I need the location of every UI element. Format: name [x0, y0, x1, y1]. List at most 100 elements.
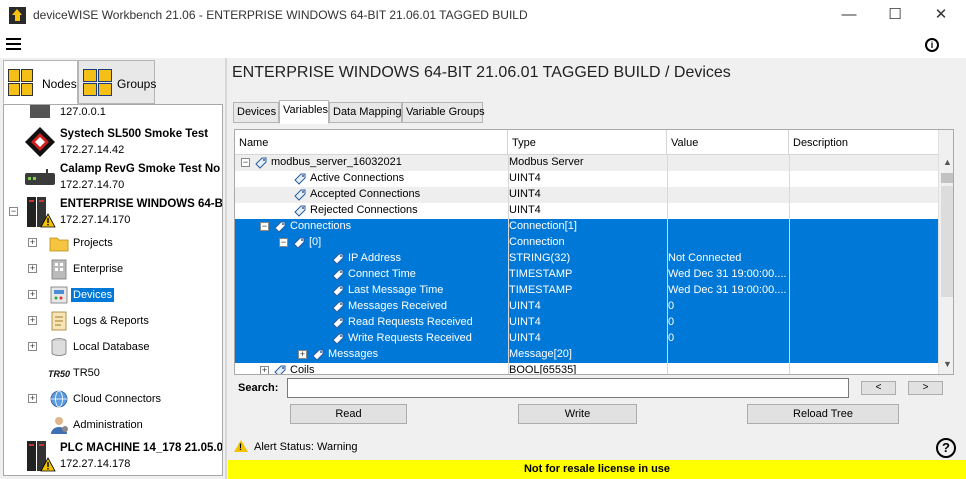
cell-type: UINT4	[509, 316, 541, 328]
table-row[interactable]: Rejected Connections UINT4	[235, 203, 938, 219]
variable-tag-icon	[312, 349, 324, 361]
column-header-type[interactable]: Type	[508, 130, 667, 155]
tree-item-cloud-connectors[interactable]: + Cloud Connectors	[4, 387, 222, 411]
table-row[interactable]: Accepted Connections UINT4	[235, 187, 938, 203]
expand-toggle-icon[interactable]: +	[28, 290, 37, 299]
search-next-button[interactable]: >	[908, 381, 943, 395]
close-button[interactable]: ✕	[918, 0, 964, 31]
tree-item-label: Local Database	[73, 341, 150, 353]
search-label: Search:	[238, 382, 279, 394]
tree-item-tr50[interactable]: TR50 TR50	[4, 361, 222, 385]
table-row[interactable]: Write Requests Received UINT4 0	[235, 331, 938, 347]
expand-toggle-icon[interactable]: +	[28, 394, 37, 403]
cell-type: UINT4	[509, 188, 541, 200]
cell-value: 0	[668, 300, 675, 312]
table-row[interactable]: − [0] Connection	[235, 235, 938, 251]
table-row[interactable]: Read Requests Received UINT4 0	[235, 315, 938, 331]
read-button[interactable]: Read	[290, 404, 407, 424]
vertical-scrollbar[interactable]: ▲ ▼	[938, 130, 953, 374]
table-row[interactable]: + Coils BOOL[65535]	[235, 363, 938, 374]
collapse-toggle-icon[interactable]: −	[9, 207, 18, 216]
scrollbar-thumb[interactable]	[941, 173, 953, 183]
tab-nodes[interactable]: Nodes	[3, 60, 78, 104]
cell-name: modbus_server_16032021	[271, 156, 402, 168]
cell-name: Messages	[328, 348, 379, 360]
cell-type: Message[20]	[509, 348, 572, 360]
variable-tag-icon	[294, 173, 306, 185]
scroll-up-icon[interactable]: ▲	[939, 157, 953, 171]
help-icon[interactable]: ?	[936, 438, 956, 458]
node-plc-machine[interactable]: PLC MACHINE 14_178 21.05.0 172.27.14.178	[4, 439, 222, 475]
hamburger-menu-icon[interactable]	[6, 38, 21, 51]
tree-item-enterprise[interactable]: + Enterprise	[4, 257, 222, 281]
collapse-toggle-icon[interactable]: −	[260, 222, 269, 231]
node-address: 172.27.14.42	[60, 144, 125, 156]
cell-name: [0]	[309, 236, 322, 248]
expand-toggle-icon[interactable]: +	[28, 316, 37, 325]
tab-variable-groups[interactable]: Variable Groups	[402, 102, 485, 123]
tab-groups[interactable]: Groups	[78, 60, 156, 104]
tree-item-logs-reports[interactable]: + Logs & Reports	[4, 309, 222, 333]
table-row[interactable]: + Messages Message[20]	[235, 347, 938, 363]
cell-type: UINT4	[509, 172, 541, 184]
column-header-name[interactable]: Name	[235, 130, 508, 155]
tab-variables[interactable]: Variables	[279, 100, 329, 124]
tree-item-label: TR50	[73, 367, 100, 379]
node-address: 172.27.14.70	[60, 179, 125, 191]
panel-splitter[interactable]	[225, 58, 227, 479]
node-systech[interactable]: Systech SL500 Smoke Test 172.27.14.42	[4, 125, 222, 161]
maximize-button[interactable]: ☐	[872, 0, 918, 31]
expand-toggle-icon[interactable]: +	[28, 238, 37, 247]
cell-name: Active Connections	[310, 172, 405, 184]
tab-devices[interactable]: Devices	[233, 102, 279, 123]
table-row[interactable]: Last Message Time TIMESTAMP Wed Dec 31 19:…	[235, 283, 938, 299]
expand-toggle-icon[interactable]: +	[260, 366, 269, 374]
collapse-toggle-icon[interactable]: −	[241, 158, 250, 167]
expand-toggle-icon[interactable]: +	[298, 350, 307, 359]
search-input[interactable]	[287, 378, 849, 398]
column-header-description[interactable]: Description	[789, 130, 938, 155]
expand-toggle-icon[interactable]: +	[28, 342, 37, 351]
variable-tag-icon	[274, 365, 286, 374]
cell-type: TIMESTAMP	[509, 284, 573, 296]
table-row[interactable]: − modbus_server_16032021 Modbus Server	[235, 155, 938, 171]
tree-item-projects[interactable]: + Projects	[4, 231, 222, 255]
minimize-button[interactable]: —	[826, 0, 872, 31]
tree-item-devices[interactable]: + Devices	[4, 283, 222, 307]
table-row[interactable]: Connect Time TIMESTAMP Wed Dec 31 19:00:00…	[235, 267, 938, 283]
column-header-value[interactable]: Value	[667, 130, 789, 155]
cell-value: 0	[668, 332, 675, 344]
tree-item-administration[interactable]: Administration	[4, 413, 222, 437]
table-row[interactable]: Messages Received UINT4 0	[235, 299, 938, 315]
info-icon[interactable]: i	[925, 38, 939, 52]
tree-item-label: Administration	[73, 419, 143, 431]
tab-data-mapping[interactable]: Data Mapping	[329, 102, 402, 123]
node-tree: 127.0.0.1 Systech SL500 Smoke Test 172.2…	[3, 104, 223, 476]
tree-item-local-database[interactable]: + Local Database	[4, 335, 222, 359]
cell-name: Read Requests Received	[348, 316, 473, 328]
admin-icon	[51, 417, 68, 434]
table-row[interactable]: Active Connections UINT4	[235, 171, 938, 187]
expand-toggle-icon[interactable]: +	[28, 264, 37, 273]
cell-value: 0	[668, 316, 675, 328]
menu-bar: i	[0, 31, 966, 58]
cell-name: Messages Received	[348, 300, 448, 312]
collapse-toggle-icon[interactable]: −	[279, 238, 288, 247]
tree-item-label: Logs & Reports	[73, 315, 149, 327]
variable-tag-icon	[294, 189, 306, 201]
scrollbar-track[interactable]	[941, 186, 953, 297]
node-localhost[interactable]: 127.0.0.1	[4, 105, 222, 123]
table-row[interactable]: − Connections Connection[1]	[235, 219, 938, 235]
tr50-icon: TR50	[48, 369, 70, 379]
title-bar: deviceWISE Workbench 21.06 - ENTERPRISE …	[0, 0, 966, 31]
write-button[interactable]: Write	[518, 404, 637, 424]
node-enterprise-windows[interactable]: − ENTERPRISE WINDOWS 64-BIT 172.27.14.17…	[4, 195, 222, 231]
reload-tree-button[interactable]: Reload Tree	[747, 404, 899, 424]
search-prev-button[interactable]: <	[861, 381, 896, 395]
page-title: ENTERPRISE WINDOWS 64-BIT 21.06.01 TAGGE…	[232, 64, 731, 81]
table-row[interactable]: IP Address STRING(32) Not Connected	[235, 251, 938, 267]
cell-name: Accepted Connections	[310, 188, 421, 200]
node-calamp[interactable]: Calamp RevG Smoke Test No 172.27.14.70	[4, 160, 222, 196]
scroll-down-icon[interactable]: ▼	[939, 359, 953, 373]
variable-tag-icon	[255, 157, 267, 169]
